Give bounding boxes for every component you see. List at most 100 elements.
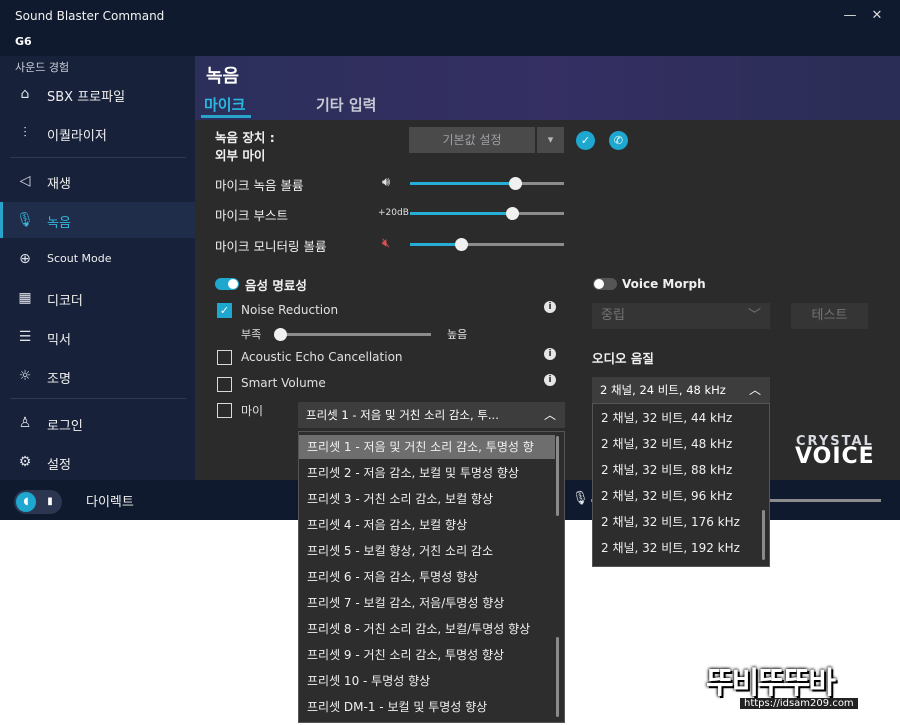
preset-dropdown-list: 프리셋 1 - 저음 및 거친 소리 감소, 투명성 향 프리셋 2 - 저음 감…: [298, 431, 565, 723]
noise-max-label: 높음: [447, 328, 468, 341]
speaker-box-icon: ▮: [47, 496, 53, 507]
info-icon[interactable]: i: [544, 301, 556, 313]
sidebar-heading: 사운드 경험: [15, 61, 70, 74]
equalizer-icon: ⫶: [23, 125, 27, 141]
sidebar-item-lighting[interactable]: ☼ 조명: [0, 358, 195, 394]
speaker-icon: ◁: [19, 173, 31, 189]
preset-dropdown[interactable]: 프리셋 1 - 저음 및 거친 소리 감소, 투... ︿: [298, 402, 565, 428]
close-button[interactable]: ✕: [862, 4, 892, 28]
sidebar-item-label: 설정: [47, 458, 71, 473]
slider-knob[interactable]: [454, 238, 468, 251]
device-dropdown-caret[interactable]: ▾: [537, 127, 564, 153]
audio-quality-option[interactable]: 2 채널, 32 비트, 48 kHz: [593, 431, 761, 457]
sidebar-item-label: 조명: [47, 372, 71, 387]
direct-mode-label: 다이렉트: [86, 495, 134, 510]
home-icon: ⌂: [20, 86, 30, 102]
audio-quality-selected: 2 채널, 24 비트, 48 kHz: [600, 383, 726, 397]
voice-morph-label: Voice Morph: [622, 277, 706, 291]
info-icon[interactable]: i: [544, 374, 556, 386]
mic-monitor-label: 마이크 모니터링 볼륨: [215, 239, 327, 254]
tab-active-indicator: [201, 115, 251, 118]
slider-knob[interactable]: [505, 207, 519, 220]
set-default-button[interactable]: 기본값 설정: [409, 127, 535, 153]
noise-reduction-checkbox[interactable]: ✓: [217, 303, 232, 318]
audio-quality-option[interactable]: 2 채널, 32 비트, 88 kHz: [593, 457, 761, 483]
preset-option[interactable]: 프리셋 7 - 보컬 감소, 저음/투명성 향상: [299, 591, 555, 615]
smart-volume-checkbox[interactable]: [217, 377, 232, 392]
lightbulb-icon: ☼: [18, 368, 32, 384]
page-title: 녹음: [206, 66, 240, 87]
sidebar-item-sbx-profile[interactable]: ⌂ SBX 프로파일: [0, 76, 195, 112]
sidebar-item-recording[interactable]: 🎙︎ 녹음: [0, 202, 195, 238]
slider-fill: [410, 212, 512, 215]
voice-clarity-toggle[interactable]: [215, 278, 239, 290]
audio-quality-label: 오디오 음질: [592, 351, 654, 366]
chevron-up-icon: ︿: [544, 408, 557, 422]
preset-option[interactable]: 프리셋 3 - 거친 소리 감소, 보컬 향상: [299, 487, 555, 511]
chevron-down-icon: ﹀: [748, 308, 762, 323]
title-bar: Sound Blaster Command G6 — ✕: [0, 0, 900, 56]
mic-volume-slider[interactable]: [410, 177, 564, 190]
voice-morph-dropdown[interactable]: 중립 ﹀: [592, 303, 770, 329]
sidebar-item-equalizer[interactable]: ⫶ 이퀄라이저: [0, 115, 195, 151]
slider-knob[interactable]: [274, 328, 287, 341]
preset-list-scrollbar[interactable]: [556, 637, 559, 717]
sidebar-item-login[interactable]: ♙ 로그인: [0, 405, 195, 441]
checkmark-button[interactable]: ✓: [576, 131, 595, 150]
noise-reduction-slider[interactable]: [274, 328, 431, 341]
voice-morph-toggle[interactable]: [593, 278, 617, 290]
audio-quality-option[interactable]: 2 채널, 32 비트, 44 kHz: [593, 405, 761, 431]
headphones-icon: ◖: [16, 492, 36, 512]
preset-option[interactable]: 프리셋 5 - 보컬 향상, 거친 소리 감소: [299, 539, 555, 563]
sidebar-item-label: SBX 프로파일: [47, 90, 126, 105]
crosshair-icon: ⊕: [19, 251, 31, 267]
mic-monitor-slider[interactable]: [410, 238, 564, 251]
sidebar-item-settings[interactable]: ⚙ 설정: [0, 444, 195, 480]
minimize-button[interactable]: —: [835, 4, 865, 28]
sidebar-item-label: 이퀄라이저: [47, 129, 107, 144]
preset-option[interactable]: 프리셋 1 - 저음 및 거친 소리 감소, 투명성 향: [299, 435, 555, 459]
preset-list-scrollbar[interactable]: [556, 436, 559, 516]
sidebar-item-decoder[interactable]: ▦ 디코더: [0, 280, 195, 316]
preset-option[interactable]: 프리셋 2 - 저음 감소, 보컬 및 투명성 향상: [299, 461, 555, 485]
preset-option[interactable]: 프리셋 DM-1 - 보컬 및 투명성 향상: [299, 695, 555, 719]
sidebar-item-label: Scout Mode: [47, 252, 112, 265]
voice-clarity-label: 음성 명료성: [245, 278, 307, 293]
audio-quality-option[interactable]: 2 채널, 32 비트, 96 kHz: [593, 483, 761, 509]
preset-option[interactable]: 프리셋 9 - 거친 소리 감소, 투명성 향상: [299, 643, 555, 667]
main-panel: 녹음 마이크 기타 입력 녹음 장치 : 외부 마이 기본값 설정 ▾ ✓ ✆ …: [195, 56, 900, 480]
echo-cancel-checkbox[interactable]: [217, 350, 232, 365]
tab-microphone[interactable]: 마이크: [204, 94, 245, 115]
tab-other-input[interactable]: 기타 입력: [316, 94, 376, 115]
slider-knob[interactable]: [508, 177, 522, 190]
preset-option[interactable]: 프리셋 4 - 저음 감소, 보컬 향상: [299, 513, 555, 537]
quality-list-scrollbar[interactable]: [762, 510, 765, 560]
sidebar-item-label: 로그인: [47, 419, 83, 434]
audio-quality-dropdown[interactable]: 2 채널, 24 비트, 48 kHz ︿: [592, 377, 770, 403]
audio-quality-dropdown-list: 2 채널, 32 비트, 44 kHz 2 채널, 32 비트, 48 kHz 2 …: [592, 403, 770, 567]
audio-quality-option[interactable]: 2 채널, 32 비트, 192 kHz: [593, 535, 761, 561]
mic-eq-label: 마이: [241, 404, 264, 418]
sidebar-item-playback[interactable]: ◁ 재생: [0, 163, 195, 199]
noise-min-label: 부족: [241, 328, 262, 341]
sidebar-item-label: 디코더: [47, 294, 83, 309]
audio-quality-option[interactable]: 2 채널, 32 비트, 176 kHz: [593, 509, 761, 535]
preset-option[interactable]: 프리셋 6 - 저음 감소, 투명성 향상: [299, 565, 555, 589]
preset-option[interactable]: 프리셋 10 - 투명성 향상: [299, 669, 555, 693]
mic-boost-slider[interactable]: [410, 207, 564, 220]
preset-option[interactable]: 프리셋 8 - 거친 소리 감소, 보컬/투명성 향상: [299, 617, 555, 641]
phone-button[interactable]: ✆: [609, 131, 628, 150]
mixer-icon: ☰: [18, 329, 32, 345]
watermark: 뚜비뚜뚜바 https://idsam209.com: [706, 658, 888, 716]
watermark-url: https://idsam209.com: [740, 698, 858, 709]
toggle-knob: [594, 279, 604, 289]
preset-selected-text: 프리셋 1 - 저음 및 거친 소리 감소, 투...: [306, 408, 499, 422]
watermark-text: 뚜비뚜뚜바: [706, 666, 836, 701]
output-mode-toggle[interactable]: ◖ ▮: [14, 490, 62, 514]
sidebar-item-scout-mode[interactable]: ⊕ Scout Mode: [0, 241, 195, 277]
info-icon[interactable]: i: [544, 348, 556, 360]
test-button[interactable]: 테스트: [791, 303, 868, 329]
sidebar-item-mixer[interactable]: ☰ 믹서: [0, 319, 195, 355]
sidebar-item-label: 재생: [47, 177, 71, 192]
mic-eq-checkbox[interactable]: [217, 403, 232, 418]
